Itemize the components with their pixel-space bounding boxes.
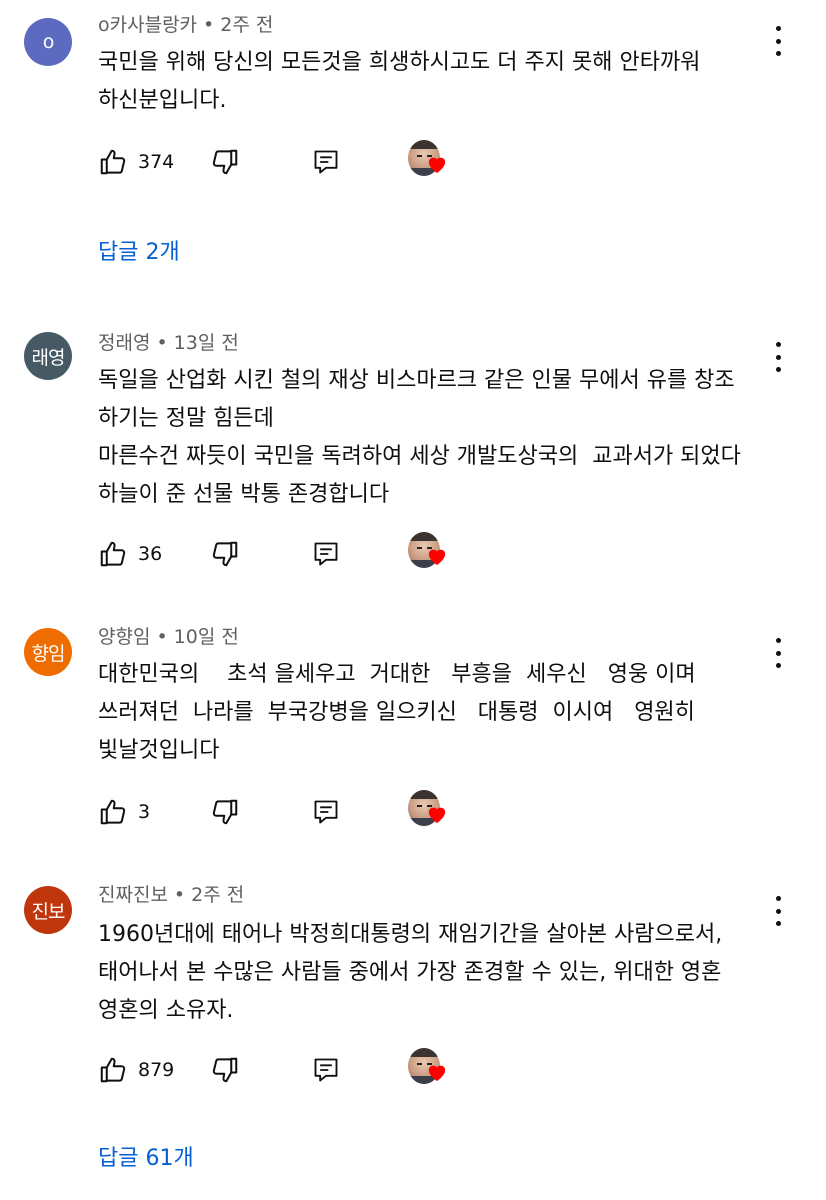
creator-heart-icon [408, 790, 450, 832]
separator-dot: • [156, 626, 168, 648]
comment-line: 1960년대에 태어나 박정희대통령의 재임기간을 살아본 사람으로서, [98, 922, 723, 947]
like-count: 3 [138, 801, 151, 823]
author-name[interactable]: 진짜진보 [98, 884, 168, 906]
comment-line: 하기는 정말 힘든데 [98, 406, 274, 431]
comment-text: 대한민국의 초석 을세우고 거대한 부흥을 세우신 영웅 이며 쓰러져던 나라를… [98, 656, 778, 770]
reply-button[interactable] [312, 792, 340, 832]
comment-text: 독일을 산업화 시킨 철의 재상 비스마르크 같은 인물 무에서 유를 창조 하… [98, 362, 778, 514]
comment-time: 2주 전 [220, 14, 274, 36]
like-count: 374 [138, 151, 175, 173]
reply-icon [314, 1058, 338, 1082]
reply-button[interactable] [312, 534, 340, 574]
creator-heart-icon [408, 140, 450, 182]
dislike-button[interactable] [210, 792, 240, 832]
like-button[interactable]: 879 [98, 1050, 174, 1090]
comment-line: 마른수건 짜듯이 국민을 독려하여 세상 개발도상국의 교과서가 되었다 [98, 444, 741, 469]
thumbs-up-icon [100, 541, 126, 567]
comment-line: 태어나서 본 수많은 사람들 중에서 가장 존경할 수 있는, 위대한 영혼 [98, 960, 722, 985]
comment-line: 영혼의 소유자. [98, 998, 234, 1023]
author-name[interactable]: 양향임 [98, 626, 150, 648]
author-name[interactable]: 정래영 [98, 332, 150, 354]
thumbs-up-icon [100, 799, 126, 825]
comment-meta: 정래영 • 13일 전 [98, 330, 239, 356]
avatar[interactable]: 향임 [24, 628, 72, 676]
reply-icon [314, 150, 338, 174]
creator-heart-icon [408, 532, 450, 574]
thumbs-down-icon [212, 541, 238, 567]
avatar[interactable]: 진보 [24, 886, 72, 934]
like-count: 879 [138, 1059, 175, 1081]
separator-dot: • [203, 14, 215, 36]
comment-time: 10일 전 [173, 626, 239, 648]
comment-line: 하신분입니다. [98, 88, 227, 113]
comment-time: 13일 전 [173, 332, 239, 354]
comment-line: 쓰러져던 나라를 부국강병을 일으키신 대통령 이시여 영원히 [98, 700, 695, 725]
like-count: 36 [138, 543, 163, 565]
comment-actions: 374 [98, 140, 458, 182]
thumbs-up-icon [100, 1057, 126, 1083]
comment-line: 독일을 산업화 시킨 철의 재상 비스마르크 같은 인물 무에서 유를 창조 [98, 368, 735, 393]
comment-line: 대한민국의 초석 을세우고 거대한 부흥을 세우신 영웅 이며 [98, 662, 696, 687]
comment-line: 하늘이 준 선물 박통 존경합니다 [98, 482, 390, 507]
creator-heart-icon [408, 1048, 450, 1090]
reply-button[interactable] [312, 142, 340, 182]
thumbs-up-icon [100, 149, 126, 175]
reply-button[interactable] [312, 1050, 340, 1090]
author-name[interactable]: o카사블랑카 [98, 14, 197, 36]
view-replies-button[interactable]: 답글 61개 [98, 1140, 194, 1172]
comment-meta: 진짜진보 • 2주 전 [98, 882, 244, 908]
comment-line: 빛날것입니다 [98, 738, 220, 763]
comment-actions: 36 [98, 532, 458, 574]
thumbs-down-icon [212, 799, 238, 825]
like-button[interactable]: 3 [98, 792, 150, 832]
thumbs-down-icon [212, 149, 238, 175]
dislike-button[interactable] [210, 534, 240, 574]
comment-actions: 3 [98, 790, 458, 832]
reply-icon [314, 542, 338, 566]
view-replies-button[interactable]: 답글 2개 [98, 234, 180, 266]
separator-dot: • [156, 332, 168, 354]
reply-icon [314, 800, 338, 824]
comment-meta: 양향임 • 10일 전 [98, 624, 239, 650]
like-button[interactable]: 36 [98, 534, 162, 574]
thumbs-down-icon [212, 1057, 238, 1083]
comment-actions: 879 [98, 1048, 458, 1090]
comment-time: 2주 전 [191, 884, 245, 906]
dislike-button[interactable] [210, 1050, 240, 1090]
dislike-button[interactable] [210, 142, 240, 182]
avatar[interactable]: o [24, 18, 72, 66]
avatar[interactable]: 래영 [24, 332, 72, 380]
comment-text: 국민을 위해 당신의 모든것을 희생하시고도 더 주지 못해 안타까워 하신분입… [98, 44, 778, 120]
like-button[interactable]: 374 [98, 142, 174, 182]
separator-dot: • [173, 884, 186, 906]
comment-meta: o카사블랑카 • 2주 전 [98, 12, 273, 38]
comment-text: 1960년대에 태어나 박정희대통령의 재임기간을 살아본 사람으로서, 태어나… [98, 916, 778, 1030]
comment-line: 국민을 위해 당신의 모든것을 희생하시고도 더 주지 못해 안타까워 [98, 50, 701, 75]
